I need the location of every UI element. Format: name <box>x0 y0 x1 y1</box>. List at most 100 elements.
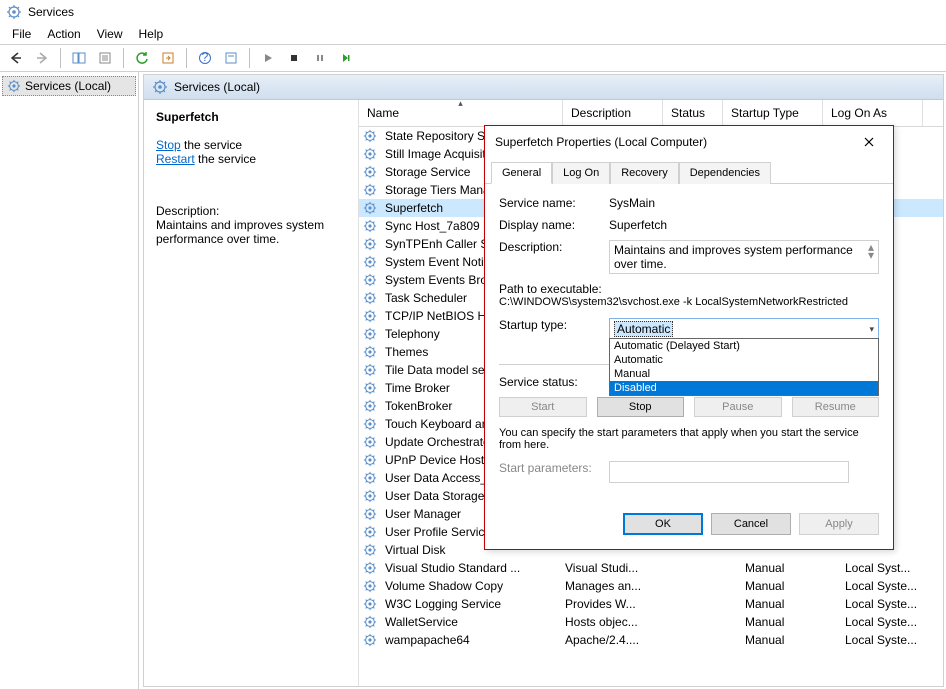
dropdown-option[interactable]: Disabled <box>610 381 878 395</box>
forward-button[interactable] <box>30 46 54 70</box>
service-logon-cell: Local Syst... <box>841 561 941 575</box>
service-name-cell: Volume Shadow Copy <box>381 579 561 593</box>
gear-icon <box>363 219 377 233</box>
export-button[interactable] <box>156 46 180 70</box>
gear-icon <box>363 345 377 359</box>
toolbar: ? <box>0 44 946 72</box>
display-name-value: Superfetch <box>609 218 879 232</box>
gear-icon <box>363 435 377 449</box>
detail-service-name: Superfetch <box>156 110 346 124</box>
startup-type-dropdown: Automatic (Delayed Start)AutomaticManual… <box>609 338 879 396</box>
service-row[interactable]: WalletServiceHosts objec...ManualLocal S… <box>359 613 943 631</box>
pause-button[interactable]: Pause <box>694 397 782 417</box>
col-name[interactable]: Name <box>359 100 563 126</box>
gear-icon <box>363 237 377 251</box>
gear-icon <box>363 579 377 593</box>
about-button[interactable] <box>219 46 243 70</box>
gear-icon <box>363 453 377 467</box>
start-service-button[interactable] <box>256 46 280 70</box>
col-status[interactable]: Status <box>663 100 723 126</box>
refresh-button[interactable] <box>130 46 154 70</box>
gear-icon <box>363 273 377 287</box>
service-row[interactable]: wampapache64Apache/2.4....ManualLocal Sy… <box>359 631 943 649</box>
properties-button[interactable] <box>93 46 117 70</box>
service-startup-cell: Manual <box>741 561 841 575</box>
dropdown-option[interactable]: Manual <box>610 367 878 381</box>
properties-dialog: Superfetch Properties (Local Computer) G… <box>484 125 894 550</box>
restart-link[interactable]: Restart <box>156 152 195 166</box>
cancel-button[interactable]: Cancel <box>711 513 791 535</box>
col-description[interactable]: Description <box>563 100 663 126</box>
resume-button[interactable]: Resume <box>792 397 880 417</box>
stop-service-button[interactable] <box>282 46 306 70</box>
service-startup-cell: Manual <box>741 597 841 611</box>
stop-button[interactable]: Stop <box>597 397 685 417</box>
description-box: Maintains and improves system performanc… <box>609 240 879 274</box>
chevron-down-icon: ▾ <box>869 324 874 335</box>
service-row[interactable]: W3C Logging ServiceProvides W...ManualLo… <box>359 595 943 613</box>
help-button[interactable]: ? <box>193 46 217 70</box>
startup-type-select[interactable]: Automatic ▾ <box>609 318 879 340</box>
service-name-cell: WalletService <box>381 615 561 629</box>
apply-button[interactable]: Apply <box>799 513 879 535</box>
tab-dependencies[interactable]: Dependencies <box>679 162 771 184</box>
gear-icon <box>363 129 377 143</box>
show-hide-tree-button[interactable] <box>67 46 91 70</box>
gear-icon <box>363 381 377 395</box>
display-name-label: Display name: <box>499 218 609 232</box>
service-row[interactable]: Visual Studio Standard ...Visual Studi..… <box>359 559 943 577</box>
gear-icon <box>363 291 377 305</box>
dropdown-option[interactable]: Automatic (Delayed Start) <box>610 339 878 353</box>
dialog-titlebar[interactable]: Superfetch Properties (Local Computer) <box>485 126 893 158</box>
close-button[interactable] <box>855 132 883 152</box>
menu-help[interactable]: Help <box>131 25 172 43</box>
service-startup-cell: Manual <box>741 579 841 593</box>
service-status-label: Service status: <box>499 375 609 389</box>
col-logon[interactable]: Log On As <box>823 100 923 126</box>
gear-icon <box>363 399 377 413</box>
gear-icon <box>7 79 21 93</box>
gear-icon <box>363 201 377 215</box>
dialog-tabs: General Log On Recovery Dependencies <box>485 158 893 184</box>
detail-description-text: Maintains and improves system performanc… <box>156 218 346 246</box>
start-button[interactable]: Start <box>499 397 587 417</box>
svg-text:?: ? <box>202 51 209 64</box>
app-gear-icon <box>6 4 22 20</box>
description-value: Maintains and improves system performanc… <box>614 243 868 271</box>
gear-icon <box>363 309 377 323</box>
service-logon-cell: Local Syste... <box>841 633 941 647</box>
tab-recovery[interactable]: Recovery <box>610 162 678 184</box>
service-desc-cell: Visual Studi... <box>561 561 661 575</box>
restart-service-button[interactable] <box>334 46 358 70</box>
path-value: C:\WINDOWS\system32\svchost.exe -k Local… <box>499 296 879 308</box>
gear-icon <box>363 561 377 575</box>
nav-services-local[interactable]: Services (Local) <box>2 76 136 96</box>
tab-general[interactable]: General <box>491 162 552 184</box>
back-button[interactable] <box>4 46 28 70</box>
menu-action[interactable]: Action <box>39 25 88 43</box>
gear-icon <box>363 147 377 161</box>
detail-restart-line: Restart the service <box>156 152 346 166</box>
gear-icon <box>363 363 377 377</box>
start-params-label: Start parameters: <box>499 461 609 475</box>
toolbar-separator <box>123 48 124 68</box>
dropdown-option[interactable]: Automatic <box>610 353 878 367</box>
service-control-buttons: Start Stop Pause Resume <box>499 397 879 417</box>
ok-button[interactable]: OK <box>623 513 703 535</box>
stop-link[interactable]: Stop <box>156 138 181 152</box>
service-desc-cell: Hosts objec... <box>561 615 661 629</box>
col-startup[interactable]: Startup Type <box>723 100 823 126</box>
service-row[interactable]: Volume Shadow CopyManages an...ManualLoc… <box>359 577 943 595</box>
toolbar-separator <box>249 48 250 68</box>
menu-view[interactable]: View <box>89 25 131 43</box>
start-params-input[interactable] <box>609 461 849 483</box>
gear-icon <box>363 165 377 179</box>
detail-pane: Superfetch Stop the service Restart the … <box>144 100 359 686</box>
service-startup-cell: Manual <box>741 615 841 629</box>
menu-file[interactable]: File <box>4 25 39 43</box>
list-header: Name Description Status Startup Type Log… <box>359 100 943 127</box>
gear-icon <box>363 507 377 521</box>
pause-service-button[interactable] <box>308 46 332 70</box>
description-scroll[interactable]: ▴ ▾ <box>868 243 874 259</box>
tab-logon[interactable]: Log On <box>552 162 610 184</box>
